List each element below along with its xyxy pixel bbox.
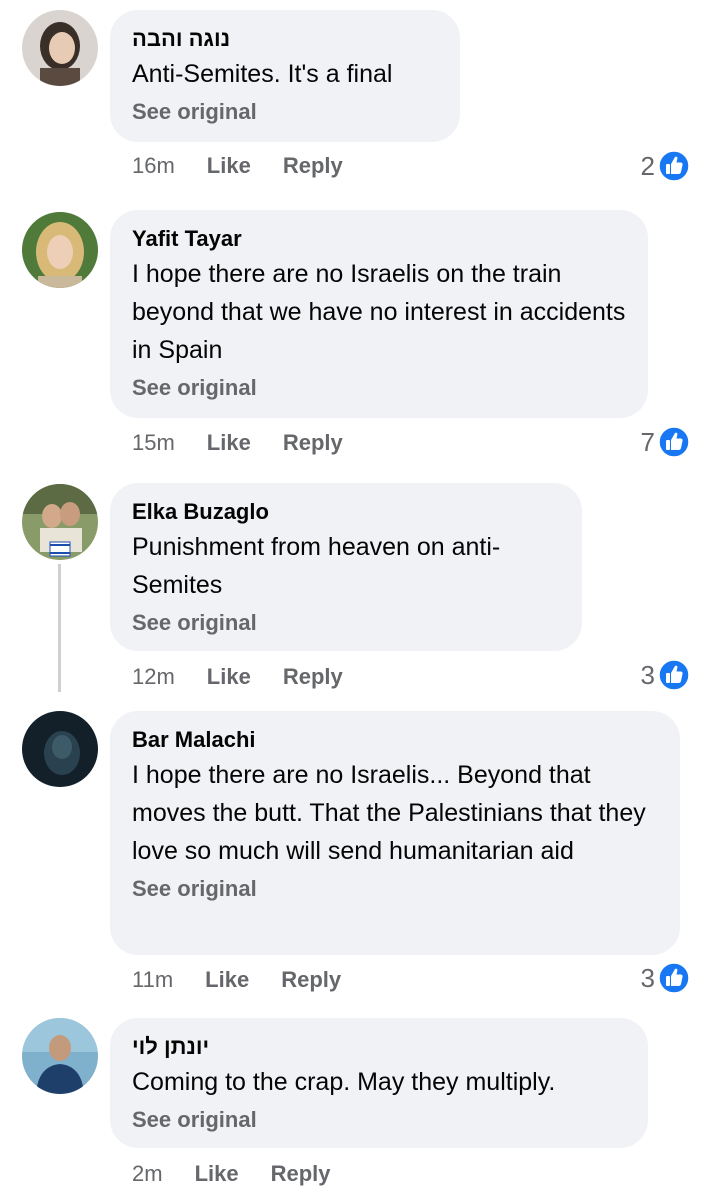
comment-bubble: Yafit Tayar I hope there are no Israelis… (110, 210, 648, 418)
reaction-count: 3 (640, 962, 655, 993)
reaction-summary[interactable]: 2 (641, 148, 690, 184)
avatar[interactable] (22, 212, 98, 288)
avatar[interactable] (22, 711, 98, 787)
comment-author[interactable]: Yafit Tayar (132, 224, 626, 254)
reaction-summary[interactable]: 3 (641, 960, 690, 996)
comment-actions: 2m Like Reply (132, 1158, 331, 1190)
see-original-link[interactable]: See original (132, 372, 626, 404)
thumbs-up-icon (658, 150, 690, 182)
comment-text: Punishment from heaven on anti-Semites (132, 533, 501, 599)
comment-actions: 16m Like Reply (132, 150, 343, 182)
see-original-link[interactable]: See original (132, 1104, 626, 1136)
comment-timestamp[interactable]: 15m (132, 430, 175, 456)
see-original-link[interactable]: See original (132, 873, 658, 905)
comment-actions: 11m Like Reply (132, 964, 341, 996)
comment-bubble: Elka Buzaglo Punishment from heaven on a… (110, 483, 582, 651)
comment-timestamp[interactable]: 12m (132, 664, 175, 690)
reaction-summary[interactable]: 3 (641, 657, 690, 693)
comment-text: I hope there are no Israelis on the trai… (132, 260, 626, 364)
like-button[interactable]: Like (207, 664, 251, 690)
comment-bubble: Bar Malachi I hope there are no Israelis… (110, 711, 680, 955)
reaction-count: 2 (640, 150, 655, 181)
comment-author[interactable]: Bar Malachi (132, 725, 658, 755)
reaction-count: 3 (640, 659, 655, 690)
comment-actions: 12m Like Reply (132, 661, 343, 693)
reply-thread-line (58, 564, 61, 692)
reaction-summary[interactable]: 7 (641, 424, 690, 460)
comment-timestamp[interactable]: 16m (132, 153, 175, 179)
comment-text: Coming to the crap. May they multiply. (132, 1068, 556, 1096)
thumbs-up-icon (658, 659, 690, 691)
comment-actions: 15m Like Reply (132, 427, 343, 459)
reply-button[interactable]: Reply (283, 664, 343, 690)
see-original-link[interactable]: See original (132, 96, 438, 128)
avatar[interactable] (22, 1018, 98, 1094)
reply-button[interactable]: Reply (271, 1161, 331, 1187)
avatar[interactable] (22, 484, 98, 560)
see-original-link[interactable]: See original (132, 607, 560, 639)
comment-text: I hope there are no Israelis... Beyond t… (132, 761, 646, 865)
like-button[interactable]: Like (205, 967, 249, 993)
comment-timestamp[interactable]: 11m (132, 967, 173, 993)
reaction-count: 7 (640, 426, 655, 457)
comment-bubble: נוגה והבה Anti-Semites. It's a final See… (110, 10, 460, 142)
comment-bubble: יונתן לוי Coming to the crap. May they m… (110, 1018, 648, 1148)
comment-text: Anti-Semites. It's a final (132, 60, 393, 88)
comment-timestamp[interactable]: 2m (132, 1161, 163, 1187)
comment-author[interactable]: נוגה והבה (132, 24, 438, 54)
like-button[interactable]: Like (195, 1161, 239, 1187)
like-button[interactable]: Like (207, 430, 251, 456)
comment-author[interactable]: Elka Buzaglo (132, 497, 560, 527)
avatar[interactable] (22, 10, 98, 86)
reply-button[interactable]: Reply (283, 153, 343, 179)
comment-author[interactable]: יונתן לוי (132, 1032, 626, 1062)
reply-button[interactable]: Reply (283, 430, 343, 456)
like-button[interactable]: Like (207, 153, 251, 179)
thumbs-up-icon (658, 426, 690, 458)
thumbs-up-icon (658, 962, 690, 994)
reply-button[interactable]: Reply (281, 967, 341, 993)
